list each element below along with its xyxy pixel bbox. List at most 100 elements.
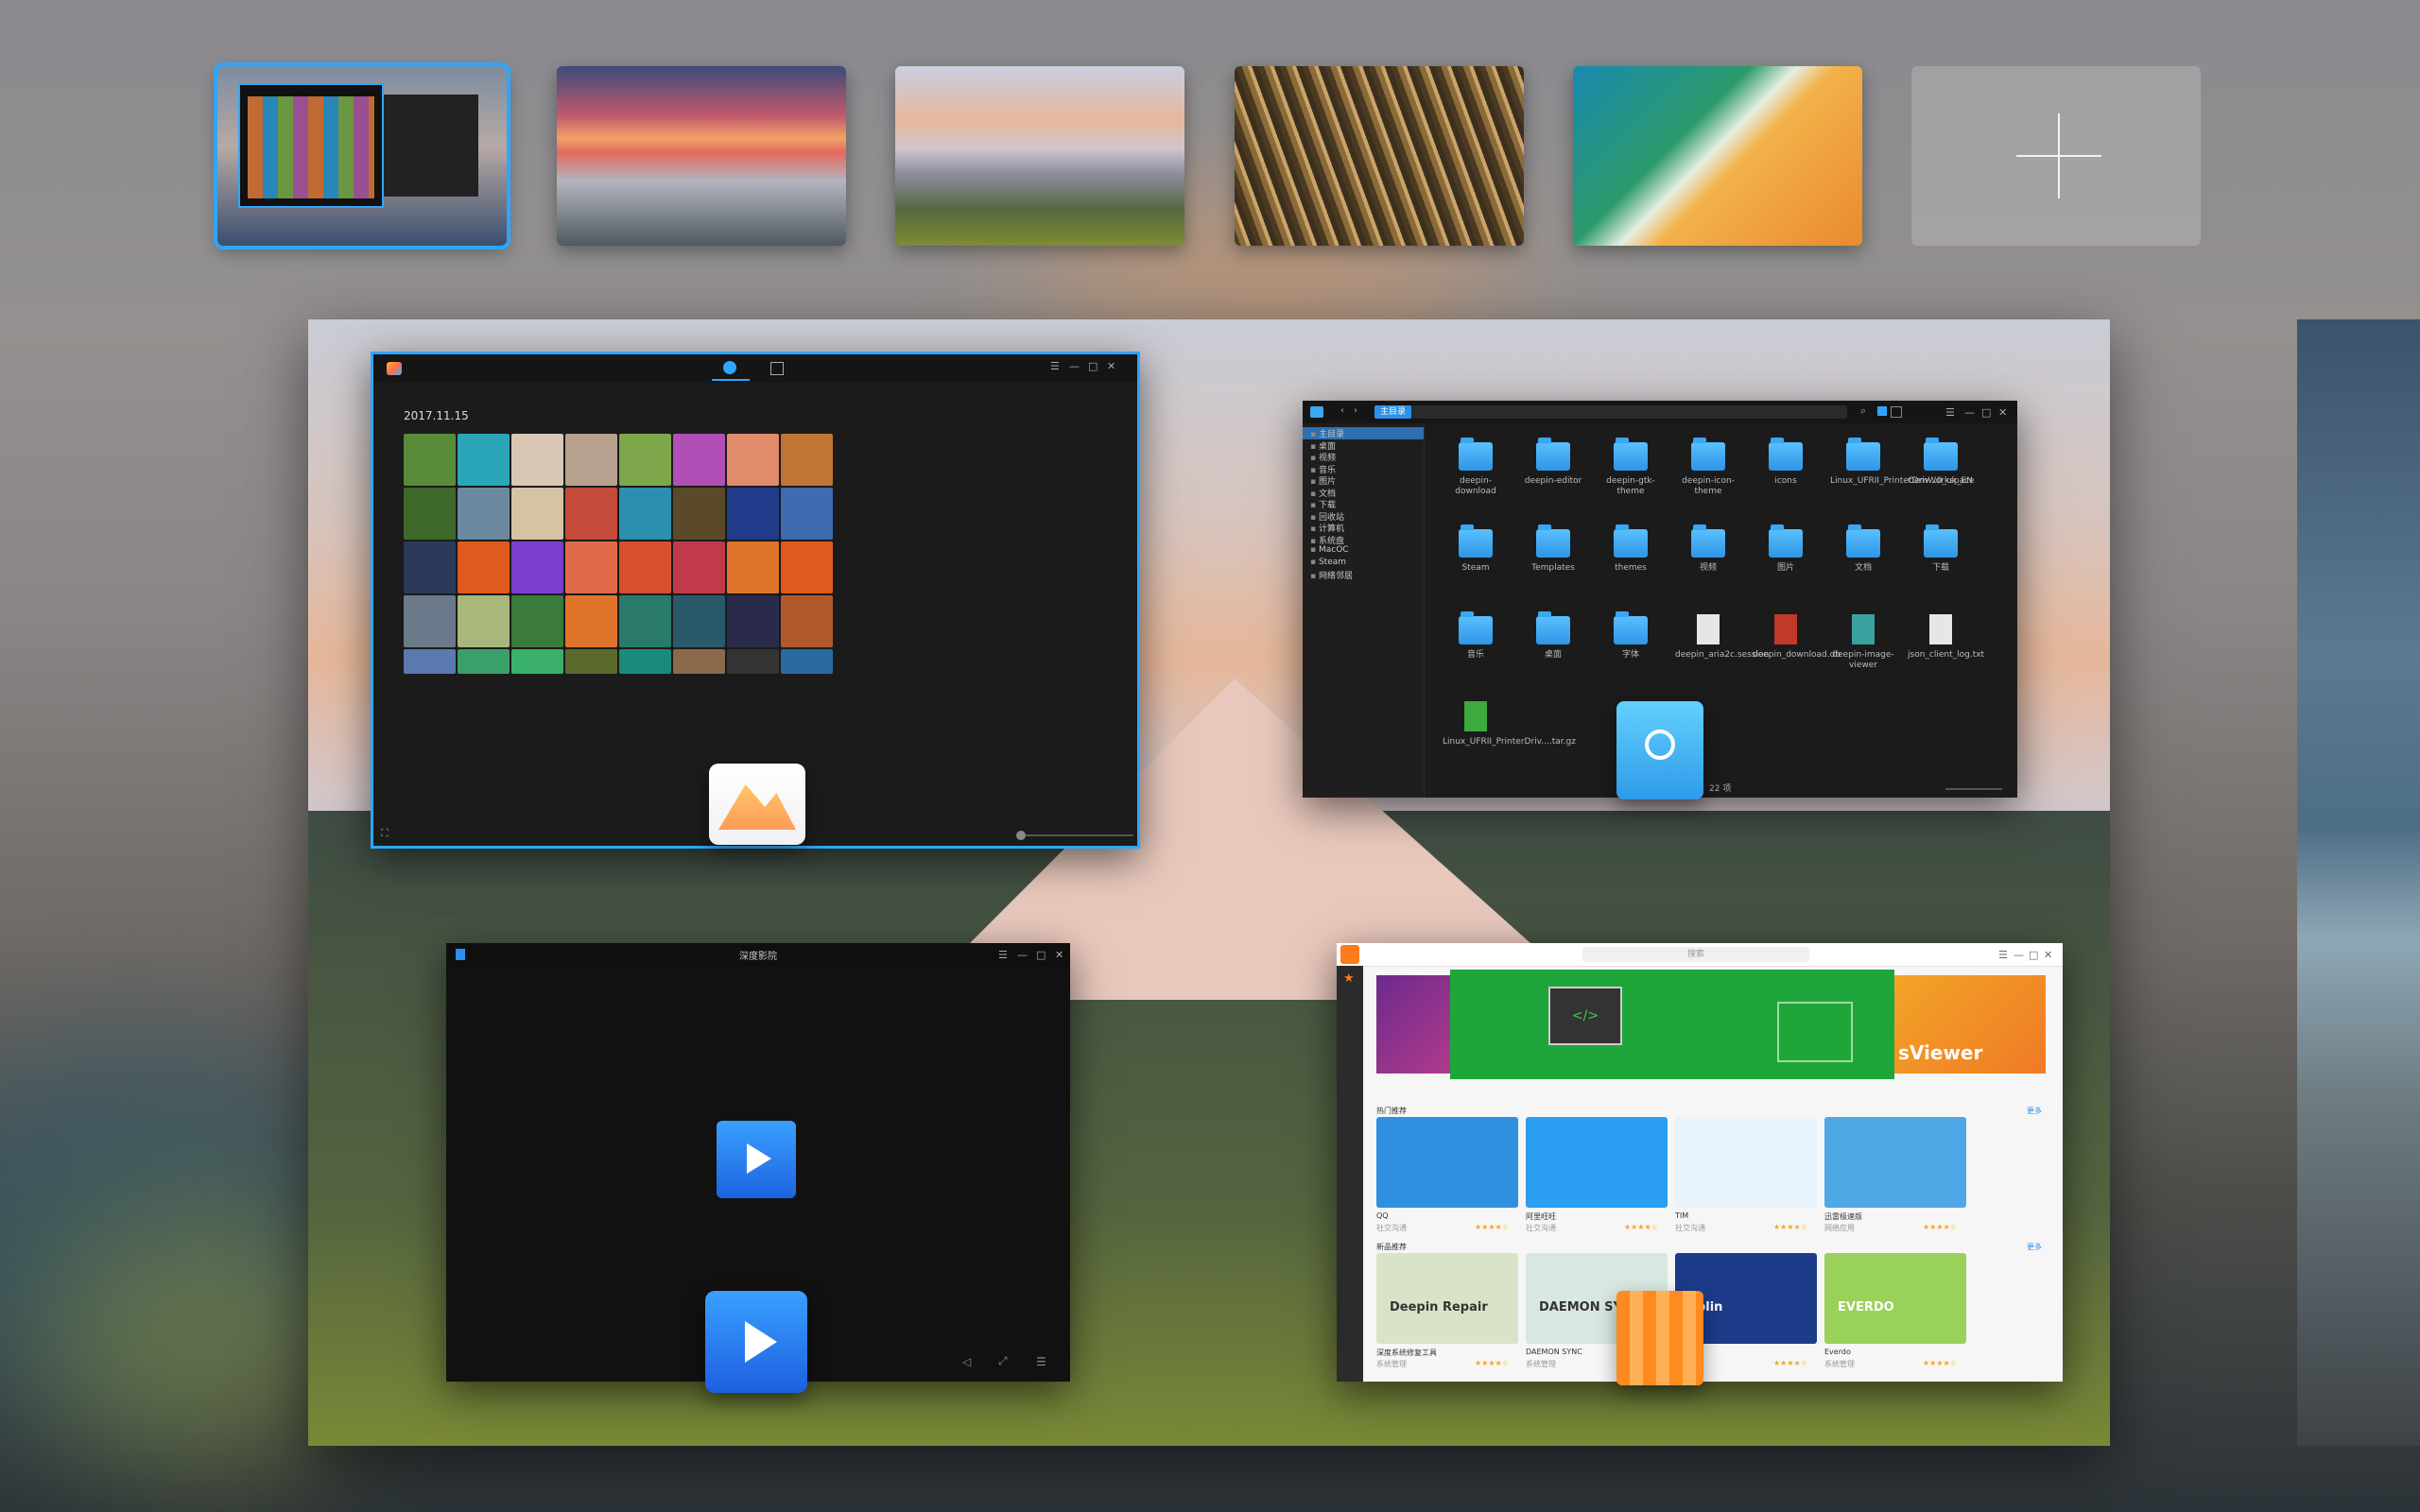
app-card[interactable] (1376, 1117, 1518, 1208)
photo-thumbnail[interactable] (727, 434, 779, 486)
sidebar-item[interactable]: ▪ 计算机 (1310, 522, 1344, 534)
photo-thumbnail[interactable] (511, 541, 563, 593)
photo-thumbnail[interactable] (673, 488, 725, 540)
address-bar[interactable]: 主目录 (1374, 405, 1847, 419)
photo-thumbnail[interactable] (511, 595, 563, 647)
zoom-slider-handle[interactable] (1016, 831, 1026, 840)
album-tab-icon[interactable] (770, 362, 784, 375)
search-icon[interactable]: ⌕ (1860, 404, 1866, 418)
file-icon[interactable] (1852, 614, 1875, 644)
minimize-icon[interactable]: — (2014, 949, 2024, 961)
folder-icon[interactable] (1536, 438, 1570, 471)
icon-view-icon[interactable] (1877, 406, 1887, 416)
photo-thumbnail[interactable] (404, 649, 456, 674)
maximize-icon[interactable]: □ (1036, 949, 1046, 961)
workspace-thumbnail-3[interactable] (895, 66, 1184, 246)
photo-thumbnail[interactable] (619, 649, 671, 674)
photo-thumbnail[interactable] (404, 595, 456, 647)
folder-icon[interactable] (1459, 438, 1493, 471)
sidebar-item[interactable]: ▪ MacOC (1310, 545, 1349, 555)
photo-thumbnail[interactable] (404, 488, 456, 540)
zoom-slider[interactable] (1020, 834, 1133, 836)
minimize-icon[interactable]: — (1964, 406, 1975, 419)
photo-thumbnail[interactable] (458, 541, 510, 593)
folder-icon[interactable] (1536, 611, 1570, 644)
photo-thumbnail[interactable] (727, 541, 779, 593)
maximize-icon[interactable]: □ (1088, 360, 1098, 372)
photo-thumbnail[interactable] (404, 434, 456, 486)
photo-thumbnail[interactable] (565, 595, 617, 647)
folder-icon[interactable] (1536, 524, 1570, 558)
photo-thumbnail[interactable] (673, 649, 725, 674)
minimize-icon[interactable]: — (1069, 360, 1080, 372)
app-card[interactable] (1824, 1117, 1966, 1208)
folder-icon[interactable] (1769, 438, 1803, 471)
photo-thumbnail[interactable] (727, 488, 779, 540)
photo-thumbnail[interactable] (511, 488, 563, 540)
photo-thumbnail[interactable] (781, 541, 833, 593)
playlist-icon[interactable]: ☰ (1036, 1355, 1046, 1368)
photo-thumbnail[interactable] (781, 595, 833, 647)
list-view-icon[interactable] (1891, 406, 1902, 418)
photo-thumbnail[interactable] (727, 649, 779, 674)
photo-thumbnail[interactable] (619, 541, 671, 593)
photo-thumbnail[interactable] (511, 649, 563, 674)
path-chip-home[interactable]: 主目录 (1374, 405, 1412, 419)
maximize-icon[interactable]: □ (1981, 406, 1991, 419)
file-icon[interactable] (1774, 614, 1797, 644)
menu-icon[interactable]: ☰ (1945, 406, 1955, 419)
close-icon[interactable]: ✕ (1055, 949, 1063, 961)
folder-icon[interactable] (1459, 524, 1493, 558)
photo-thumbnail[interactable] (619, 595, 671, 647)
app-card[interactable]: EVERDO (1824, 1253, 1966, 1344)
file-icon[interactable] (1464, 701, 1487, 731)
photo-thumbnail[interactable] (781, 488, 833, 540)
sidebar-item[interactable]: ▪ 系统盘 (1310, 534, 1344, 546)
photo-thumbnail[interactable] (565, 541, 617, 593)
sidebar-item[interactable]: ▪ 回收站 (1310, 510, 1344, 523)
store-search-input[interactable]: 搜索 (1582, 947, 1809, 962)
timeline-tab-icon[interactable] (723, 361, 736, 374)
sidebar-item[interactable]: ▪ 主目录 (1303, 427, 1424, 439)
sidebar-item[interactable]: ▪ 音乐 (1310, 463, 1336, 475)
app-card[interactable] (1526, 1117, 1668, 1208)
workspace-thumbnail-1[interactable] (214, 62, 510, 249)
photo-thumbnail[interactable] (511, 434, 563, 486)
maximize-icon[interactable]: □ (2029, 949, 2038, 961)
new-more-link[interactable]: 更多 (2027, 1242, 2042, 1252)
photo-thumbnail[interactable] (673, 595, 725, 647)
volume-icon[interactable]: ◁ (962, 1355, 971, 1368)
photo-thumbnail[interactable] (565, 488, 617, 540)
folder-icon[interactable] (1614, 438, 1648, 471)
file-icon[interactable] (1697, 614, 1720, 644)
app-card[interactable]: Deepin Repair (1376, 1253, 1518, 1344)
folder-icon[interactable] (1459, 611, 1493, 644)
folder-icon[interactable] (1691, 524, 1725, 558)
minimize-icon[interactable]: — (1017, 949, 1028, 961)
workspace-thumbnail-4[interactable] (1235, 66, 1524, 246)
workspace-thumbnail-2[interactable] (557, 66, 846, 246)
photo-thumbnail[interactable] (458, 434, 510, 486)
folder-icon[interactable] (1614, 611, 1648, 644)
photo-thumbnail[interactable] (781, 434, 833, 486)
sidebar-item[interactable]: ▪ 网络邻居 (1310, 569, 1353, 581)
folder-icon[interactable] (1691, 438, 1725, 471)
icon-size-slider[interactable] (1945, 788, 2002, 790)
add-workspace-button[interactable] (1911, 66, 2201, 246)
file-icon[interactable] (1929, 614, 1952, 644)
photo-thumbnail[interactable] (458, 649, 510, 674)
photo-thumbnail[interactable] (458, 488, 510, 540)
photo-thumbnail[interactable] (673, 541, 725, 593)
sidebar-item[interactable]: ▪ 视频 (1310, 451, 1336, 463)
sidebar-item[interactable]: ▪ 图片 (1310, 474, 1336, 487)
forward-icon[interactable]: › (1354, 405, 1357, 416)
folder-icon[interactable] (1846, 524, 1880, 558)
back-icon[interactable]: ‹ (1340, 405, 1344, 416)
photo-thumbnail[interactable] (565, 434, 617, 486)
folder-icon[interactable] (1846, 438, 1880, 471)
store-banner[interactable]: </> (1450, 970, 1894, 1079)
close-icon[interactable]: ✕ (1998, 406, 2007, 419)
sidebar-item[interactable]: ▪ 下载 (1310, 498, 1336, 510)
folder-icon[interactable] (1614, 524, 1648, 558)
close-icon[interactable]: ✕ (1107, 360, 1115, 372)
